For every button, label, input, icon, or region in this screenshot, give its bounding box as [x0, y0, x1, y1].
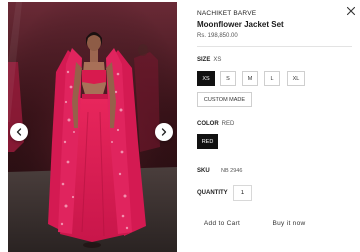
color-label: COLOR RED: [197, 121, 234, 127]
sku-value: NB 2946: [221, 168, 243, 174]
add-to-cart-button[interactable]: Add to Cart: [197, 215, 247, 231]
color-selected-value: RED: [221, 121, 235, 127]
size-option-s[interactable]: S: [220, 71, 236, 86]
size-label-text: SIZE: [197, 57, 211, 63]
product-details-panel: NACHIKET BARVE Moonflower Jacket Set Rs.…: [197, 0, 360, 252]
size-options: XS S M L XL CUSTOM MADE: [197, 70, 360, 110]
previous-image-button[interactable]: [10, 123, 28, 141]
product-image-gallery: [8, 2, 177, 252]
close-button[interactable]: [346, 6, 356, 16]
close-icon: [346, 6, 356, 16]
buy-now-button[interactable]: Buy it now: [265, 215, 313, 231]
color-label-text: COLOR: [197, 121, 219, 127]
quantity-label: QUANTITY: [197, 190, 228, 196]
product-photo: [8, 2, 177, 252]
size-option-xs[interactable]: XS: [197, 71, 215, 86]
size-option-xl[interactable]: XL: [287, 71, 305, 86]
product-title: Moonflower Jacket Set: [197, 20, 284, 29]
next-image-button[interactable]: [155, 123, 173, 141]
chevron-left-icon: [16, 128, 22, 136]
sku-label: SKU: [197, 168, 210, 174]
color-option-red[interactable]: RED: [197, 134, 218, 149]
divider: [197, 46, 352, 47]
chevron-right-icon: [161, 128, 167, 136]
size-option-m[interactable]: M: [242, 71, 258, 86]
size-selected-value: XS: [213, 57, 222, 63]
product-price: Rs. 198,850.00: [197, 33, 238, 39]
size-label: SIZE XS: [197, 57, 221, 63]
size-option-l[interactable]: L: [264, 71, 280, 86]
quantity-input[interactable]: [233, 185, 252, 201]
designer-name[interactable]: NACHIKET BARVE: [197, 10, 256, 17]
size-option-custom-made[interactable]: CUSTOM MADE: [197, 92, 252, 107]
